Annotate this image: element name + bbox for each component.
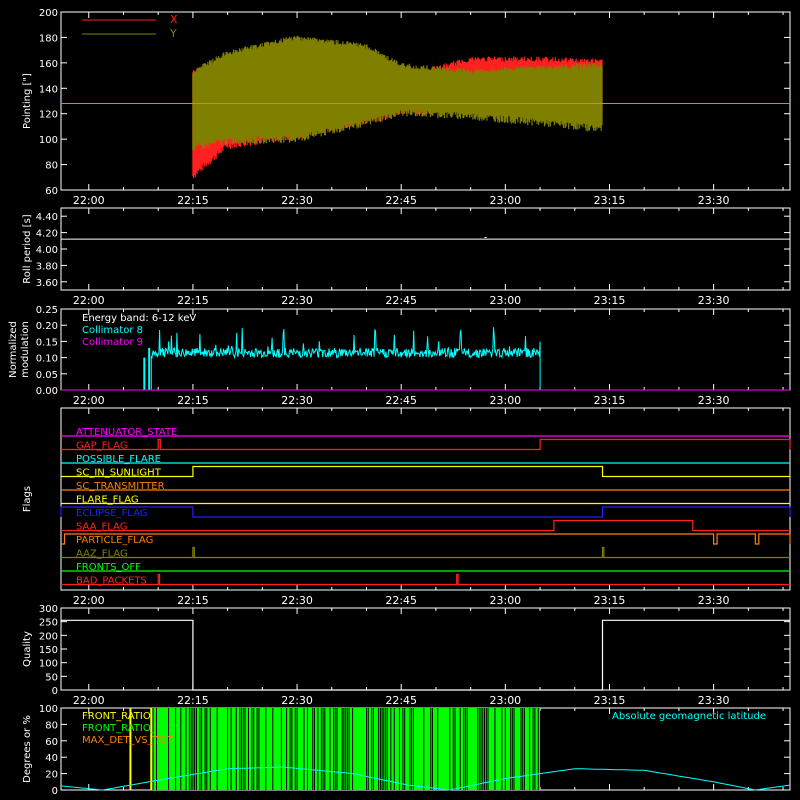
latitude-ytick-label: 0 bbox=[52, 786, 58, 797]
flag-trace-eclipse-flag bbox=[60, 506, 791, 518]
pointing-ytick-label: 140 bbox=[39, 84, 58, 95]
pointing-xtick-label: 22:00 bbox=[73, 194, 105, 207]
pointing-ytick-label: 160 bbox=[39, 59, 58, 70]
roll-ytick-label: 4.00 bbox=[36, 245, 58, 256]
modulation-ytick-label: 0.25 bbox=[36, 305, 58, 316]
flags-ylabel: Flags bbox=[22, 486, 33, 512]
roll-ytick-label: 4.20 bbox=[36, 229, 58, 240]
quality-xtick-label: 22:00 bbox=[73, 694, 105, 707]
modulation-ytick-label: 0.15 bbox=[36, 337, 58, 348]
roll-ytick-label: 3.60 bbox=[36, 278, 58, 289]
quality-xtick-label: 23:00 bbox=[489, 694, 521, 707]
roll-xtick-label: 23:00 bbox=[489, 294, 521, 307]
latitude-legend-front-ratio: FRONT_RATIO bbox=[82, 711, 151, 722]
latitude-legend-front-ratio-1525: FRONT_RATIO_1525 bbox=[82, 723, 181, 734]
quality-xtick-label: 22:15 bbox=[177, 694, 209, 707]
modulation-xtick-label: 22:15 bbox=[177, 394, 209, 407]
roll-ytick-label: 3.80 bbox=[36, 261, 58, 272]
latitude-ytick-label: 100 bbox=[39, 704, 58, 715]
quality-xtick-label: 22:30 bbox=[281, 694, 313, 707]
roll-ylabel: Roll period [s] bbox=[22, 214, 33, 283]
pointing-ylabel: Pointing ["] bbox=[22, 73, 33, 129]
chart-canvas: 22:00 22:15 22:30 22:45 23:00 23:15 23:30 60 80 1… bbox=[0, 0, 800, 800]
flag-label-eclipse-flag: ECLIPSE_FLAG bbox=[76, 508, 147, 519]
roll-xtick-label: 22:00 bbox=[73, 294, 105, 307]
legend-label-x: X bbox=[170, 13, 178, 26]
modulation-ytick-label: 0.00 bbox=[36, 386, 58, 397]
pointing-ytick-label: 60 bbox=[45, 186, 58, 197]
modulation-xtick-label: 23:15 bbox=[594, 394, 626, 407]
quality-ytick-label: 0 bbox=[52, 686, 58, 697]
flag-trace-bad-packets bbox=[61, 573, 790, 586]
latitude-ytick-label: 60 bbox=[45, 737, 58, 748]
roll-xtick-label: 22:45 bbox=[385, 294, 417, 307]
flags-xtick-label: 22:30 bbox=[281, 594, 313, 607]
pointing-ytick-label: 100 bbox=[39, 135, 58, 146]
quality-ytick-label: 200 bbox=[39, 631, 58, 642]
legend-label-y: Y bbox=[169, 27, 177, 40]
flags-xtick-label: 22:45 bbox=[385, 594, 417, 607]
quality-ytick-label: 150 bbox=[39, 645, 58, 656]
pointing-xtick-label: 23:15 bbox=[594, 194, 626, 207]
flag-trace-aaz-flag bbox=[61, 546, 790, 559]
pointing-ytick-label: 180 bbox=[39, 33, 58, 44]
latitude-annotation: Absolute geomagnetic latitude bbox=[612, 711, 766, 722]
modulation-ytick-label: 0.20 bbox=[36, 321, 58, 332]
quality-xtick-label: 23:30 bbox=[698, 694, 730, 707]
roll-xtick-label: 23:15 bbox=[594, 294, 626, 307]
quality-ylabel: Quality bbox=[22, 631, 33, 667]
pointing-xtick-label: 23:30 bbox=[698, 194, 730, 207]
quality-ytick-label: 100 bbox=[39, 659, 58, 670]
flag-trace-sc-in-sunlight bbox=[61, 465, 790, 478]
roll-xtick-label: 22:15 bbox=[177, 294, 209, 307]
flag-trace-gap-flag bbox=[61, 438, 791, 451]
modulation-ytick-label: 0.05 bbox=[36, 370, 58, 381]
flag-trace-particle-flag bbox=[61, 533, 791, 545]
pointing-ytick-label: 120 bbox=[39, 110, 58, 121]
latitude-ytick-label: 40 bbox=[45, 753, 58, 764]
roll-xtick-label: 23:30 bbox=[698, 294, 730, 307]
quality-xtick-label: 22:45 bbox=[385, 694, 417, 707]
quality-ytick-label: 50 bbox=[45, 672, 58, 683]
pointing-xtick-label: 22:30 bbox=[281, 194, 313, 207]
modulation-xtick-label: 23:00 bbox=[489, 394, 521, 407]
roll-frame bbox=[60, 207, 791, 291]
pointing-ytick-label: 200 bbox=[39, 8, 58, 19]
pointing-xtick-label: 23:00 bbox=[489, 194, 521, 207]
roll-ytick-label: 4.40 bbox=[36, 212, 58, 223]
flag-label-particle-flag: PARTICLE_FLAG bbox=[76, 535, 153, 546]
modulation-xtick-label: 22:45 bbox=[385, 394, 417, 407]
roll-xtick-label: 22:30 bbox=[281, 294, 313, 307]
flags-xtick-label: 22:15 bbox=[177, 594, 209, 607]
pointing-ytick-label: 80 bbox=[45, 161, 58, 172]
quality-xtick-label: 23:15 bbox=[594, 694, 626, 707]
flag-trace-saa-flag bbox=[61, 519, 790, 532]
pointing-xtick-label: 22:15 bbox=[177, 194, 209, 207]
latitude-ytick-label: 80 bbox=[45, 720, 58, 731]
modulation-ytick-label: 0.10 bbox=[36, 354, 58, 365]
latitude-ylabel: Degrees or % bbox=[22, 715, 33, 783]
modulation-ylabel: Normalized bbox=[8, 321, 19, 378]
modulation-ylabel: modulation bbox=[20, 321, 31, 378]
quality-ytick-label: 250 bbox=[39, 618, 58, 629]
latitude-legend-max-det: MAX_DET_VS_TOT bbox=[82, 735, 174, 746]
flags-xtick-label: 23:15 bbox=[594, 594, 626, 607]
pointing-series-Y bbox=[192, 35, 603, 151]
pointing-xtick-label: 22:45 bbox=[385, 194, 417, 207]
modulation-legend-c9: Collimator 9 bbox=[82, 337, 143, 348]
flags-xtick-label: 23:00 bbox=[489, 594, 521, 607]
latitude-ytick-label: 20 bbox=[45, 770, 58, 781]
modulation-xtick-label: 22:30 bbox=[281, 394, 313, 407]
modulation-collimator-8 bbox=[150, 327, 541, 390]
modulation-legend-c8: Collimator 8 bbox=[82, 325, 143, 336]
flags-xtick-label: 23:30 bbox=[698, 594, 730, 607]
flags-xtick-label: 22:00 bbox=[73, 594, 105, 607]
quality-line bbox=[61, 619, 790, 691]
modulation-xtick-label: 23:30 bbox=[698, 394, 730, 407]
quality-ytick-label: 300 bbox=[39, 604, 58, 615]
modulation-xtick-label: 22:00 bbox=[73, 394, 105, 407]
modulation-legend-band: Energy band: 6-12 keV bbox=[82, 313, 196, 324]
